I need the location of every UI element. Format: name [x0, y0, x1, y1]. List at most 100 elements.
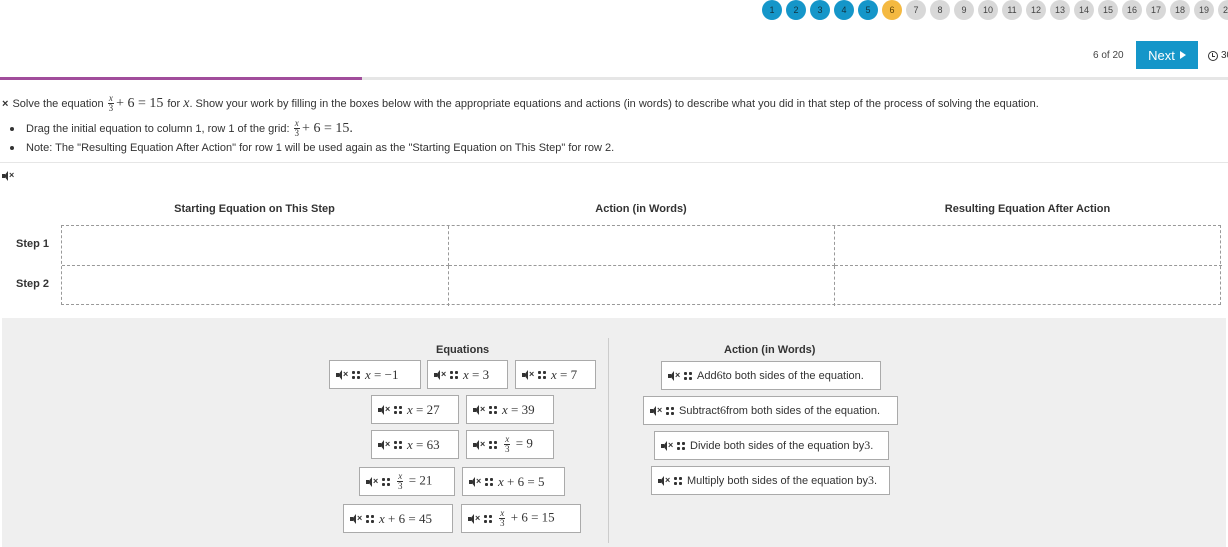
question-nav-item-20[interactable]: 20 — [1218, 0, 1228, 20]
equation-fraction: x3 — [397, 472, 404, 491]
column-header-action: Action (in Words) — [595, 203, 687, 215]
actions-title: Action (in Words) — [724, 344, 816, 356]
action-tile[interactable]: × Subtract 6 from both sides of the equat… — [643, 396, 898, 425]
drag-handle-icon[interactable] — [489, 405, 497, 414]
equation-tile[interactable]: × x + 6 = 5 — [462, 467, 565, 496]
drop-zone-step2-action[interactable] — [449, 266, 835, 306]
question-nav-item-15[interactable]: 15 — [1098, 0, 1118, 20]
next-button[interactable]: Next — [1136, 41, 1198, 69]
speaker-mute-icon[interactable]: × — [2, 170, 14, 182]
equation-rhs: = 9 — [512, 435, 533, 451]
action-text-end: to both sides of the equation. — [722, 369, 864, 382]
drag-handle-icon[interactable] — [366, 514, 374, 523]
equation-rhs: + 6 = 15 — [507, 509, 555, 525]
question-nav-item-11[interactable]: 11 — [1002, 0, 1022, 20]
equation-tile[interactable]: × x = 27 — [371, 395, 459, 424]
speaker-mute-icon[interactable]: × — [336, 369, 348, 380]
drag-handle-icon[interactable] — [674, 476, 682, 485]
drag-handle-icon[interactable] — [352, 370, 360, 379]
answer-grid — [61, 225, 1222, 306]
speaker-mute-icon[interactable]: × — [366, 476, 378, 487]
question-nav-item-9[interactable]: 9 — [954, 0, 974, 20]
action-text-end: . — [870, 439, 874, 452]
action-tile[interactable]: × Multiply both sides of the equation by … — [651, 466, 890, 495]
equation-tile[interactable]: × x 3 = 9 — [466, 430, 554, 459]
instruction-text: Note: The "Resulting Equation After Acti… — [26, 141, 615, 154]
speaker-mute-icon[interactable]: × — [473, 404, 485, 415]
question-nav-item-3[interactable]: 3 — [810, 0, 830, 20]
drop-zone-step2-resulting[interactable] — [835, 266, 1222, 306]
speaker-mute-icon[interactable]: × — [350, 513, 362, 524]
equation-tile[interactable]: × x = 63 — [371, 430, 459, 459]
equation-tile[interactable]: × x + 6 = 45 — [343, 504, 453, 533]
question-nav-item-12[interactable]: 12 — [1026, 0, 1046, 20]
action-tile[interactable]: × Add 6 to both sides of the equation. — [661, 361, 881, 390]
speaker-mute-icon[interactable]: × — [434, 369, 446, 380]
equation-tile-math: x3 = 21 — [395, 472, 432, 491]
question-nav-item-14[interactable]: 14 — [1074, 0, 1094, 20]
question-nav-item-5[interactable]: 5 — [858, 0, 878, 20]
question-nav-item-2[interactable]: 2 — [786, 0, 806, 20]
question-nav-item-4[interactable]: 4 — [834, 0, 854, 20]
question-nav-item-17[interactable]: 17 — [1146, 0, 1166, 20]
speaker-mute-icon[interactable]: × — [378, 404, 390, 415]
speaker-mute-icon[interactable]: × — [658, 475, 670, 486]
drag-handle-icon[interactable] — [684, 371, 692, 380]
speaker-mute-icon[interactable]: × — [668, 370, 680, 381]
speaker-mute-icon[interactable]: × — [378, 439, 390, 450]
drop-zone-step1-resulting[interactable] — [835, 226, 1222, 266]
drag-handle-icon[interactable] — [538, 370, 546, 379]
question-progress-text: 6 of 20 — [1093, 50, 1124, 61]
drag-handle-icon[interactable] — [485, 477, 493, 486]
question-nav-item-18[interactable]: 18 — [1170, 0, 1190, 20]
question-nav-item-8[interactable]: 8 — [930, 0, 950, 20]
drop-zone-step1-starting[interactable] — [62, 226, 449, 266]
question-nav-item-16[interactable]: 16 — [1122, 0, 1142, 20]
speaker-mute-icon[interactable]: × — [473, 439, 485, 450]
question-prompt: × Solve the equation x 3 + 6 = 15 for x … — [2, 94, 1039, 113]
column-header-resulting-equation: Resulting Equation After Action — [944, 203, 1111, 215]
question-nav-item-13[interactable]: 13 — [1050, 0, 1070, 20]
action-text-end: . — [874, 474, 878, 487]
equation-rhs: = 21 — [405, 472, 433, 488]
row-label-step-2: Step 2 — [16, 278, 50, 290]
close-icon[interactable]: × — [2, 98, 8, 110]
equation-tile[interactable]: × x 3 = 21 — [359, 467, 455, 496]
speaker-mute-icon[interactable]: × — [469, 476, 481, 487]
question-nav-item-1[interactable]: 1 — [762, 0, 782, 20]
drag-handle-icon[interactable] — [382, 477, 390, 486]
drop-zone-step1-action[interactable] — [449, 226, 835, 266]
drag-handle-icon[interactable] — [666, 406, 674, 415]
equation-tile-math: x = 63 — [407, 437, 440, 453]
equation-tile[interactable]: × x = 39 — [466, 395, 554, 424]
question-nav-item-6[interactable]: 6 — [882, 0, 902, 20]
drag-handle-icon[interactable] — [677, 441, 685, 450]
action-text: Add — [697, 369, 717, 382]
drag-handle-icon[interactable] — [394, 405, 402, 414]
equation-tile-math: x + 6 = 5 — [498, 474, 544, 490]
timer-text: 30 — [1221, 50, 1228, 61]
speaker-mute-icon[interactable]: × — [650, 405, 662, 416]
question-nav-item-10[interactable]: 10 — [978, 0, 998, 20]
speaker-mute-icon[interactable]: × — [522, 369, 534, 380]
question-navigator: 1234567891011121314151617181920 — [762, 0, 1228, 20]
drag-handle-icon[interactable] — [450, 370, 458, 379]
frac-den: 3 — [108, 103, 114, 113]
drag-handle-icon[interactable] — [484, 514, 492, 523]
equation-fraction: x3 — [504, 435, 511, 454]
drop-zone-step2-starting[interactable] — [62, 266, 449, 306]
drag-handle-icon[interactable] — [394, 440, 402, 449]
equation-tile[interactable]: × x = −1 — [329, 360, 421, 389]
equation-tile-math: x = 7 — [551, 367, 577, 383]
question-nav-item-7[interactable]: 7 — [906, 0, 926, 20]
action-text-end: from both sides of the equation. — [725, 404, 881, 417]
equation-tile[interactable]: × x = 3 — [427, 360, 508, 389]
instruction-equation-rest: + 6 = 15. — [302, 120, 353, 136]
speaker-mute-icon[interactable]: × — [661, 440, 673, 451]
action-tile[interactable]: × Divide both sides of the equation by 3. — [654, 431, 889, 460]
equation-tile[interactable]: × x 3 + 6 = 15 — [461, 504, 581, 533]
question-nav-item-19[interactable]: 19 — [1194, 0, 1214, 20]
equation-tile[interactable]: × x = 7 — [515, 360, 596, 389]
speaker-mute-icon[interactable]: × — [468, 513, 480, 524]
drag-handle-icon[interactable] — [489, 440, 497, 449]
